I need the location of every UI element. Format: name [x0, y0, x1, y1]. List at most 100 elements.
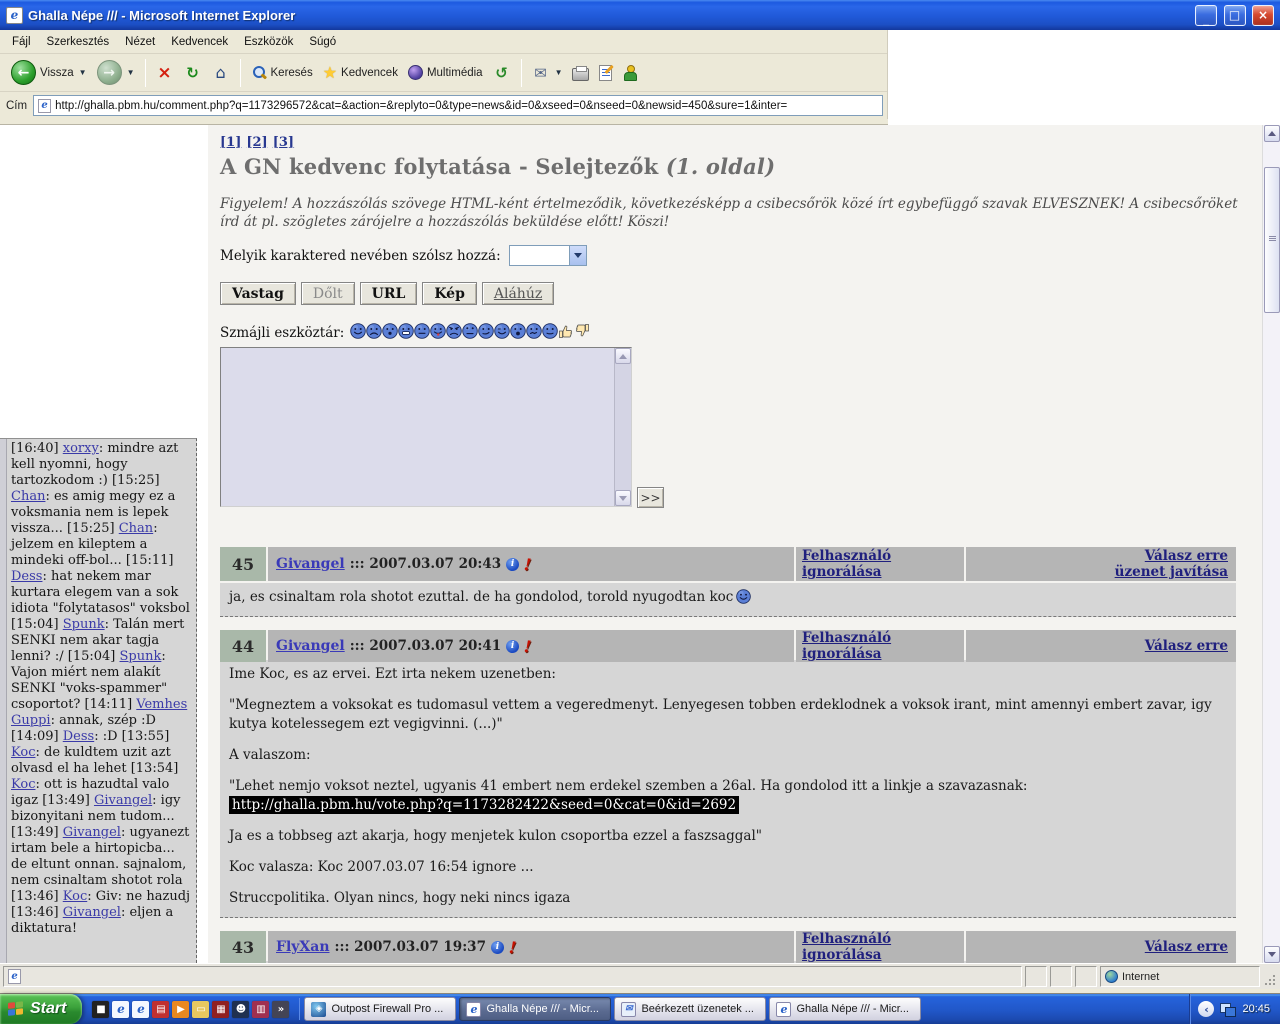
chat-user-link[interactable]: Koc	[63, 889, 87, 904]
quicklaunch-save-icon[interactable]: ▤	[152, 1001, 169, 1018]
ignore-user-link[interactable]: Felhasználó ignorálása	[802, 548, 964, 580]
chat-user-link[interactable]: Koc	[11, 777, 35, 792]
task-button[interactable]: ✉Beérkezett üzenetek ...	[614, 997, 766, 1021]
ignore-user-link[interactable]: Felhasználó ignorálása	[802, 630, 964, 662]
chat-user-link[interactable]: Dess	[11, 569, 42, 584]
quicklaunch-media-icon[interactable]: ▶	[172, 1001, 189, 1018]
format-button-dőlt[interactable]: Dőlt	[301, 282, 355, 305]
smiley-surprised-icon[interactable]	[382, 323, 398, 339]
smiley-tongue-icon[interactable]	[430, 323, 446, 339]
search-button[interactable]: Keresés	[246, 63, 318, 83]
quicklaunch-ie-icon[interactable]: e	[132, 1001, 149, 1018]
smiley-neutral-icon[interactable]	[414, 323, 430, 339]
smiley-angry-icon[interactable]	[446, 323, 462, 339]
address-input[interactable]: e http://ghalla.pbm.hu/comment.php?q=117…	[33, 95, 883, 116]
history-button[interactable]: ↺	[488, 62, 516, 84]
quicklaunch-arrow-icon[interactable]: »	[272, 1001, 289, 1018]
submit-button[interactable]: >>	[637, 487, 664, 508]
smiley-rolleyes-icon[interactable]	[462, 323, 478, 339]
format-button-kép[interactable]: Kép	[422, 282, 477, 305]
chat-user-link[interactable]: Givangel	[94, 793, 152, 808]
post-author-link[interactable]: Givangel	[276, 638, 345, 654]
smiley-wink-icon[interactable]	[494, 323, 510, 339]
close-button[interactable]: ×	[1252, 5, 1274, 26]
textarea-scrollbar[interactable]	[614, 348, 631, 506]
smiley-thumb-up-icon[interactable]	[558, 323, 574, 339]
page-link-3[interactable]: [3]	[273, 135, 294, 150]
smiley-grin-icon[interactable]	[398, 323, 414, 339]
reply-link[interactable]: Válasz erre	[1145, 548, 1228, 564]
reply-link[interactable]: Válasz erre	[1145, 638, 1228, 654]
edit-message-link[interactable]: üzenet javítása	[1115, 564, 1228, 580]
smiley-shocked-icon[interactable]	[510, 323, 526, 339]
tray-chevron-icon[interactable]: ‹	[1198, 1001, 1214, 1017]
task-button[interactable]: ◈Outpost Firewall Pro ...	[304, 997, 456, 1021]
favorites-button[interactable]: ★ Kedvencek	[318, 61, 403, 85]
smiley-dizzy-icon[interactable]	[526, 323, 542, 339]
menu-item-kedvencek[interactable]: Kedvencek	[163, 33, 236, 51]
format-button-aláhúz[interactable]: Aláhúz	[482, 282, 554, 305]
chat-user-link[interactable]: Spunk	[120, 649, 162, 664]
quicklaunch-grid-icon[interactable]: ▦	[212, 1001, 229, 1018]
menu-item-eszkzk[interactable]: Eszközök	[236, 33, 301, 51]
forward-button[interactable]: → ▼	[92, 58, 140, 87]
home-button[interactable]: ⌂	[207, 62, 235, 84]
highlighted-vote-link[interactable]: http://ghalla.pbm.hu/vote.php?q=11732824…	[229, 796, 739, 814]
chat-scrollbar[interactable]	[0, 439, 7, 963]
post-author-link[interactable]: FlyXan	[276, 939, 330, 955]
format-button-vastag[interactable]: Vastag	[220, 282, 296, 305]
quicklaunch-folder-icon[interactable]: ▭	[192, 1001, 209, 1018]
chat-user-link[interactable]: Koc	[11, 745, 35, 760]
quicklaunch-chart-icon[interactable]: ▥	[252, 1001, 269, 1018]
ignore-user-link[interactable]: Felhasználó ignorálása	[802, 931, 964, 963]
page-link-1[interactable]: [1]	[220, 135, 241, 150]
menu-item-nzet[interactable]: Nézet	[117, 33, 163, 51]
task-button[interactable]: eGhalla Népe /// - Micr...	[769, 997, 921, 1021]
comment-textarea[interactable]	[220, 347, 632, 507]
network-tray-icon[interactable]	[1220, 1003, 1236, 1016]
minimize-button[interactable]: _	[1195, 5, 1217, 26]
menu-item-fjl[interactable]: Fájl	[4, 33, 39, 51]
textarea-scroll-up-icon[interactable]	[615, 348, 631, 364]
chat-user-link[interactable]: Chan	[119, 521, 153, 536]
menu-item-szerkeszts[interactable]: Szerkesztés	[39, 33, 118, 51]
chat-user-link[interactable]: Spunk	[63, 617, 105, 632]
select-dropdown-icon[interactable]	[569, 246, 586, 265]
refresh-button[interactable]: ↻	[179, 62, 207, 84]
edit-button[interactable]	[594, 63, 617, 83]
info-icon[interactable]: i	[506, 558, 519, 571]
format-button-url[interactable]: URL	[360, 282, 418, 305]
chat-user-link[interactable]: Chan	[11, 489, 45, 504]
menu-item-sg[interactable]: Súgó	[301, 33, 344, 51]
media-button[interactable]: Multimédia	[403, 63, 488, 82]
scroll-down-button[interactable]	[1264, 946, 1280, 963]
smiley-smile-icon[interactable]	[350, 323, 366, 339]
page-link-2[interactable]: [2]	[246, 135, 267, 150]
smiley-sad-icon[interactable]	[366, 323, 382, 339]
messenger-button[interactable]	[617, 63, 642, 82]
post-author-link[interactable]: Givangel	[276, 556, 345, 572]
scrollbar-thumb[interactable]	[1264, 167, 1280, 313]
mail-button[interactable]: ✉ ▼	[527, 62, 568, 84]
info-icon[interactable]: i	[506, 640, 519, 653]
smiley-plain-icon[interactable]	[542, 323, 558, 339]
textarea-scroll-down-icon[interactable]	[615, 490, 631, 506]
resize-grip[interactable]	[1263, 966, 1277, 987]
quicklaunch-ie-icon[interactable]: e	[112, 1001, 129, 1018]
maximize-button[interactable]: □	[1224, 5, 1246, 26]
quicklaunch-app-icon[interactable]: ■	[92, 1001, 109, 1018]
stop-button[interactable]: ×	[151, 62, 179, 84]
smiley-smirk-icon[interactable]	[478, 323, 494, 339]
chat-user-link[interactable]: Givangel	[63, 905, 121, 920]
chat-user-link[interactable]: Givangel	[63, 825, 121, 840]
chat-user-link[interactable]: xorxy	[63, 441, 99, 456]
scroll-up-button[interactable]	[1264, 125, 1280, 142]
smiley-thumb-down-icon[interactable]	[574, 323, 590, 339]
back-button[interactable]: ← Vissza ▼	[6, 58, 92, 87]
chat-user-link[interactable]: Dess	[63, 729, 94, 744]
info-icon[interactable]: i	[491, 941, 504, 954]
reply-link[interactable]: Válasz erre	[1145, 939, 1228, 955]
task-button[interactable]: eGhalla Népe /// - Micr...	[459, 997, 611, 1021]
character-select[interactable]	[509, 245, 587, 266]
start-button[interactable]: Start	[0, 994, 82, 1024]
